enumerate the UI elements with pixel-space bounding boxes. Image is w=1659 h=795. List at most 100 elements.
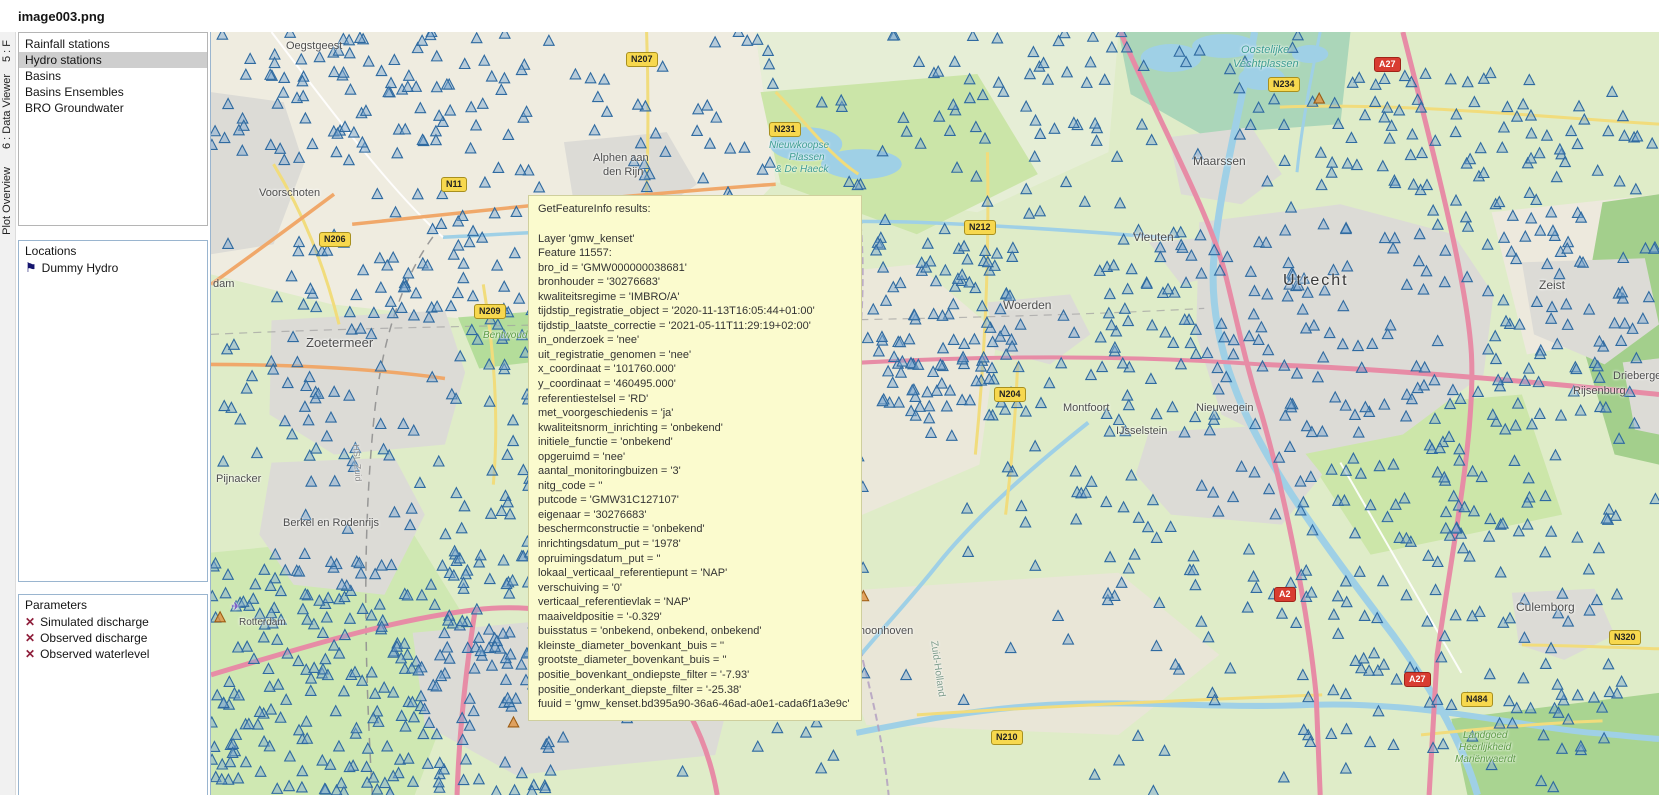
station-marker (1533, 377, 1543, 387)
station-marker (1469, 506, 1479, 516)
station-marker (883, 366, 893, 376)
station-marker (949, 56, 959, 66)
station-marker (434, 456, 444, 466)
station-marker (958, 694, 968, 704)
popup-line: bronhouder = '30276683' (538, 275, 852, 290)
station-marker (350, 443, 360, 453)
station-marker (1114, 755, 1124, 765)
parameter-item-simulated-discharge[interactable]: ✕Simulated discharge (19, 614, 207, 630)
station-marker (1448, 385, 1458, 395)
parameter-item-observed-waterlevel[interactable]: ✕Observed waterlevel (19, 646, 207, 662)
station-marker (1619, 318, 1629, 328)
side-tab-plot-overview[interactable]: Plot Overview (0, 167, 15, 235)
popup-line: x_coordinaat = '101760.000' (538, 362, 852, 377)
station-marker (1432, 694, 1442, 704)
layer-item-hydro-stations[interactable]: Hydro stations (19, 52, 207, 68)
station-marker (1603, 126, 1613, 136)
station-marker (1035, 206, 1045, 216)
station-marker (297, 766, 307, 776)
station-marker (1279, 360, 1289, 370)
station-marker (478, 98, 488, 108)
station-marker (280, 565, 290, 575)
side-tab-6-data-viewer[interactable]: 6 : Data Viewer (0, 74, 15, 149)
station-marker (339, 237, 349, 247)
station-marker (692, 125, 702, 135)
station-marker (1428, 742, 1438, 752)
popup-line: bro_id = 'GMW000000038681' (538, 261, 852, 276)
popup-line: nitg_code = '' (538, 479, 852, 494)
side-tab-5-f[interactable]: 5 : F (0, 32, 15, 62)
location-item-dummy-hydro[interactable]: ⚑Dummy Hydro (19, 260, 207, 276)
station-marker (1021, 184, 1031, 194)
station-marker (1316, 180, 1326, 190)
station-marker (636, 138, 646, 148)
station-marker (1382, 512, 1392, 522)
station-marker (211, 717, 217, 727)
station-marker (1499, 232, 1509, 242)
station-marker (1552, 679, 1562, 689)
station-marker (1519, 594, 1529, 604)
station-marker (1624, 386, 1634, 396)
station-marker (294, 152, 304, 162)
station-marker (1388, 739, 1398, 749)
station-marker (415, 103, 425, 113)
station-marker (1526, 128, 1536, 138)
station-marker (1126, 470, 1136, 480)
station-marker (437, 560, 447, 570)
station-marker (458, 258, 468, 268)
station-marker (1594, 372, 1604, 382)
parameter-item-observed-discharge[interactable]: ✕Observed discharge (19, 630, 207, 646)
station-marker (1414, 229, 1424, 239)
station-marker (405, 520, 415, 530)
station-marker (1432, 467, 1442, 477)
station-marker (368, 772, 378, 782)
station-marker (1080, 196, 1090, 206)
station-marker (1086, 370, 1096, 380)
popup-line: fuuid = 'gmw_kenset.bd395a90-36a6-46ad-a… (538, 697, 852, 712)
layer-item-basins[interactable]: Basins (19, 68, 207, 84)
station-marker (1138, 60, 1148, 70)
popup-line: opruimingsdatum_put = '' (538, 552, 852, 567)
station-marker (1185, 338, 1195, 348)
station-marker (1594, 543, 1604, 553)
station-marker (1049, 123, 1059, 133)
station-marker (231, 729, 241, 739)
flag-icon: ⚑ (25, 262, 37, 274)
station-marker (711, 112, 721, 122)
station-marker (499, 281, 509, 291)
station-marker (1120, 303, 1130, 313)
station-marker (471, 33, 481, 43)
station-marker (931, 276, 941, 286)
station-marker (1430, 135, 1440, 145)
station-marker (987, 363, 997, 373)
station-marker (1430, 585, 1440, 595)
layer-item-rainfall-stations[interactable]: Rainfall stations (19, 36, 207, 52)
station-marker (1309, 320, 1319, 330)
station-marker (977, 301, 987, 311)
station-marker (1228, 492, 1238, 502)
layer-item-bro-groundwater[interactable]: BRO Groundwater (19, 100, 207, 116)
station-marker (945, 125, 955, 135)
station-marker (1526, 213, 1536, 223)
station-marker (344, 48, 354, 58)
station-marker (1318, 219, 1328, 229)
station-marker (705, 138, 715, 148)
popup-line: referentiestelsel = 'RD' (538, 392, 852, 407)
station-marker (467, 325, 477, 335)
layer-item-basins-ensembles[interactable]: Basins Ensembles (19, 84, 207, 100)
station-marker (508, 717, 518, 727)
station-marker (300, 401, 310, 411)
station-marker (396, 302, 406, 312)
station-marker (464, 237, 474, 247)
station-marker (340, 630, 350, 640)
station-marker (1160, 327, 1170, 337)
station-marker (1208, 487, 1218, 497)
station-marker (1385, 320, 1395, 330)
station-marker (465, 693, 475, 703)
station-marker (439, 628, 449, 638)
station-marker (1510, 420, 1520, 430)
station-marker (322, 431, 332, 441)
station-marker (1379, 659, 1389, 669)
station-marker (403, 81, 413, 91)
map-canvas[interactable]: OegstgeestVoorschotenAlphen aanden RijnZ… (210, 32, 1659, 795)
